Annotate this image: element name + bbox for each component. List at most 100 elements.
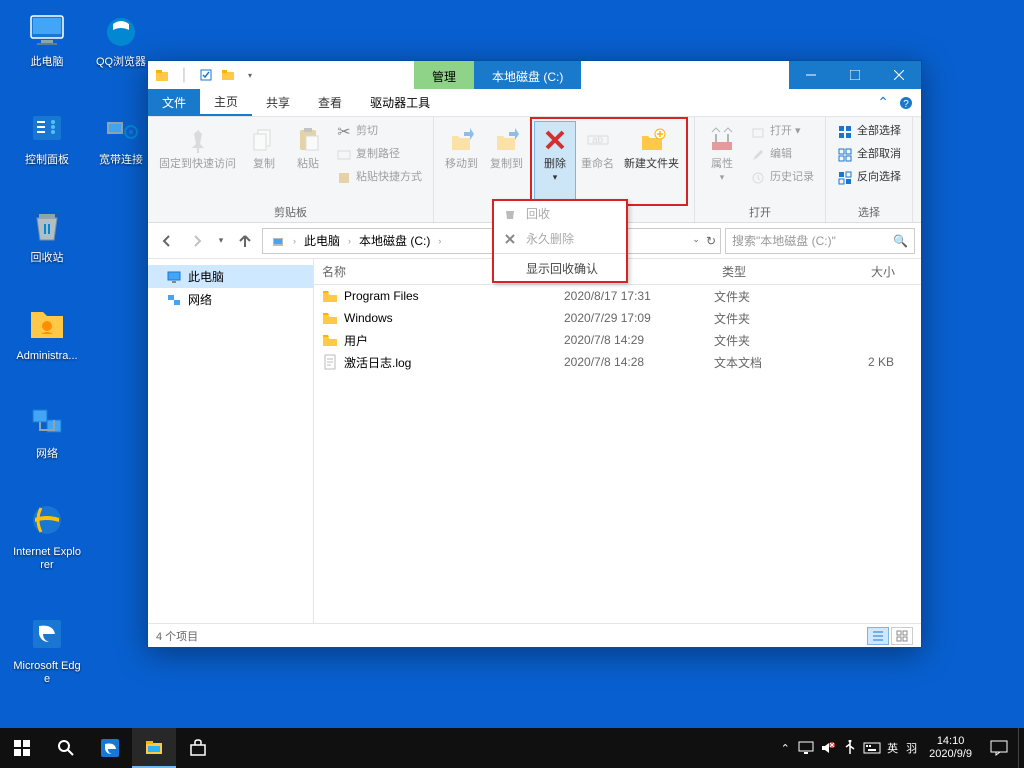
taskbar-store[interactable] xyxy=(176,728,220,768)
file-size: 2 KB xyxy=(834,355,904,369)
status-text: 4 个项目 xyxy=(156,628,198,644)
desktop-icon-recycle-bin[interactable]: 回收站 xyxy=(12,204,82,265)
taskbar-explorer[interactable] xyxy=(132,728,176,768)
tray-expand[interactable]: ⌃ xyxy=(775,728,795,768)
nav-back-button[interactable] xyxy=(154,228,180,254)
desktop-icon-qq-browser[interactable]: QQ浏览器 xyxy=(86,8,156,69)
select-none-icon xyxy=(837,147,853,163)
qat-dropdown[interactable]: ▾ xyxy=(242,67,258,83)
drive-tools-tab[interactable]: 驱动器工具 xyxy=(356,89,444,116)
select-all-button[interactable]: 全部选择 xyxy=(832,121,906,143)
column-size[interactable]: 大小 xyxy=(834,263,904,280)
tray-usb[interactable] xyxy=(839,728,861,768)
invert-selection-button[interactable]: 反向选择 xyxy=(832,167,906,189)
tray-ime2[interactable]: 羽 xyxy=(902,740,921,756)
file-row[interactable]: 激活日志.log2020/7/8 14:28文本文档2 KB xyxy=(314,351,921,373)
edit-button: 编辑 xyxy=(745,144,819,166)
desktop-icon-edge[interactable]: Microsoft Edge xyxy=(12,612,82,686)
file-row[interactable]: 用户2020/7/8 14:29文件夹 xyxy=(314,329,921,351)
file-date: 2020/7/29 17:09 xyxy=(564,311,714,325)
rename-button: ab 重命名 xyxy=(576,121,619,202)
menu-show-confirm[interactable]: 显示回收确认 xyxy=(494,256,626,281)
paste-button: 粘贴 xyxy=(287,121,329,202)
collapse-ribbon-icon[interactable]: ⌃ xyxy=(877,94,889,111)
nav-up-button[interactable] xyxy=(232,228,258,254)
tray-volume[interactable] xyxy=(817,728,839,768)
qat-sep: | xyxy=(176,67,192,83)
close-button[interactable] xyxy=(877,61,921,89)
recycle-icon xyxy=(502,206,518,222)
file-date: 2020/8/17 17:31 xyxy=(564,289,714,303)
file-type: 文件夹 xyxy=(714,332,834,349)
invert-icon xyxy=(837,170,853,186)
file-date: 2020/7/8 14:29 xyxy=(564,333,714,347)
file-name: 激活日志.log xyxy=(344,354,411,371)
column-type[interactable]: 类型 xyxy=(714,263,834,280)
share-tab[interactable]: 共享 xyxy=(252,89,304,116)
maximize-button[interactable] xyxy=(833,61,877,89)
file-row[interactable]: Windows2020/7/29 17:09文件夹 xyxy=(314,307,921,329)
view-tab[interactable]: 查看 xyxy=(304,89,356,116)
home-tab[interactable]: 主页 xyxy=(200,89,252,116)
file-row[interactable]: Program Files2020/8/17 17:31文件夹 xyxy=(314,285,921,307)
menu-separator xyxy=(494,253,626,254)
desktop-icon-ie[interactable]: Internet Explorer xyxy=(12,498,82,572)
nav-network[interactable]: 网络 xyxy=(148,288,313,311)
search-input[interactable]: 搜索"本地磁盘 (C:)" 🔍 xyxy=(725,228,915,254)
desktop-icon-broadband[interactable]: 宽带连接 xyxy=(86,106,156,167)
desktop-icon-this-pc[interactable]: 此电脑 xyxy=(12,8,82,69)
minimize-button[interactable] xyxy=(789,61,833,89)
action-center[interactable] xyxy=(980,728,1018,768)
file-pane: 名称 类型 大小 Program Files2020/8/17 17:31文件夹… xyxy=(314,259,921,623)
tray-ime1[interactable]: 英 xyxy=(883,740,902,756)
open-group-label: 打开 xyxy=(701,204,819,220)
nav-recent-button[interactable]: ▾ xyxy=(214,228,228,254)
copy-icon xyxy=(248,124,280,156)
start-button[interactable] xyxy=(0,728,44,768)
chevron-right-icon[interactable]: › xyxy=(346,236,353,246)
chevron-right-icon[interactable]: › xyxy=(436,236,443,246)
ribbon-tabs: 文件 主页 共享 查看 驱动器工具 ⌃ ? xyxy=(148,89,921,117)
breadcrumb-dropdown[interactable]: ⌄ xyxy=(692,234,700,248)
new-folder-button[interactable]: 新建文件夹 xyxy=(619,121,684,202)
taskbar-clock[interactable]: 14:10 2020/9/9 xyxy=(921,735,980,761)
network-icon xyxy=(166,292,182,308)
copy-path-button: 复制路径 xyxy=(331,144,427,166)
search-button[interactable] xyxy=(44,728,88,768)
taskbar-edge[interactable] xyxy=(88,728,132,768)
desktop-icon-network[interactable]: 网络 xyxy=(12,400,82,461)
nav-this-pc[interactable]: 此电脑 xyxy=(148,265,313,288)
select-none-button[interactable]: 全部取消 xyxy=(832,144,906,166)
nav-forward-button[interactable] xyxy=(184,228,210,254)
pin-icon xyxy=(182,124,214,156)
folder-icon xyxy=(322,288,338,304)
desktop-icon-admin[interactable]: Administra... xyxy=(12,302,82,363)
tray-keyboard[interactable] xyxy=(861,728,883,768)
breadcrumb-drive[interactable]: 本地磁盘 (C:) xyxy=(355,232,434,249)
pc-icon xyxy=(166,269,182,285)
delete-dropdown-menu: 回收 永久删除 显示回收确认 xyxy=(492,199,628,283)
search-icon[interactable]: 🔍 xyxy=(893,234,908,248)
file-date: 2020/7/8 14:28 xyxy=(564,355,714,369)
file-tab[interactable]: 文件 xyxy=(148,89,200,116)
view-icons-button[interactable] xyxy=(891,627,913,645)
view-details-button[interactable] xyxy=(867,627,889,645)
refresh-button[interactable]: ↻ xyxy=(706,234,716,248)
show-desktop[interactable] xyxy=(1018,728,1024,768)
delete-icon xyxy=(539,124,571,156)
tray-display[interactable] xyxy=(795,728,817,768)
copy-to-button: 复制到 xyxy=(485,121,528,202)
chevron-right-icon[interactable]: › xyxy=(291,236,298,246)
delete-button[interactable]: 删除▾ xyxy=(534,121,576,202)
qat-new-folder[interactable] xyxy=(220,67,236,83)
qat-properties[interactable] xyxy=(198,67,214,83)
breadcrumb-root[interactable] xyxy=(267,234,289,248)
history-icon xyxy=(750,170,766,186)
window-title: 本地磁盘 (C:) xyxy=(474,61,581,89)
breadcrumb-pc[interactable]: 此电脑 xyxy=(300,232,344,249)
app-icon xyxy=(154,67,170,83)
desktop-icon-control-panel[interactable]: 控制面板 xyxy=(12,106,82,167)
statusbar: 4 个项目 xyxy=(148,623,921,647)
help-icon[interactable]: ? xyxy=(899,96,913,110)
properties-icon xyxy=(706,124,738,156)
